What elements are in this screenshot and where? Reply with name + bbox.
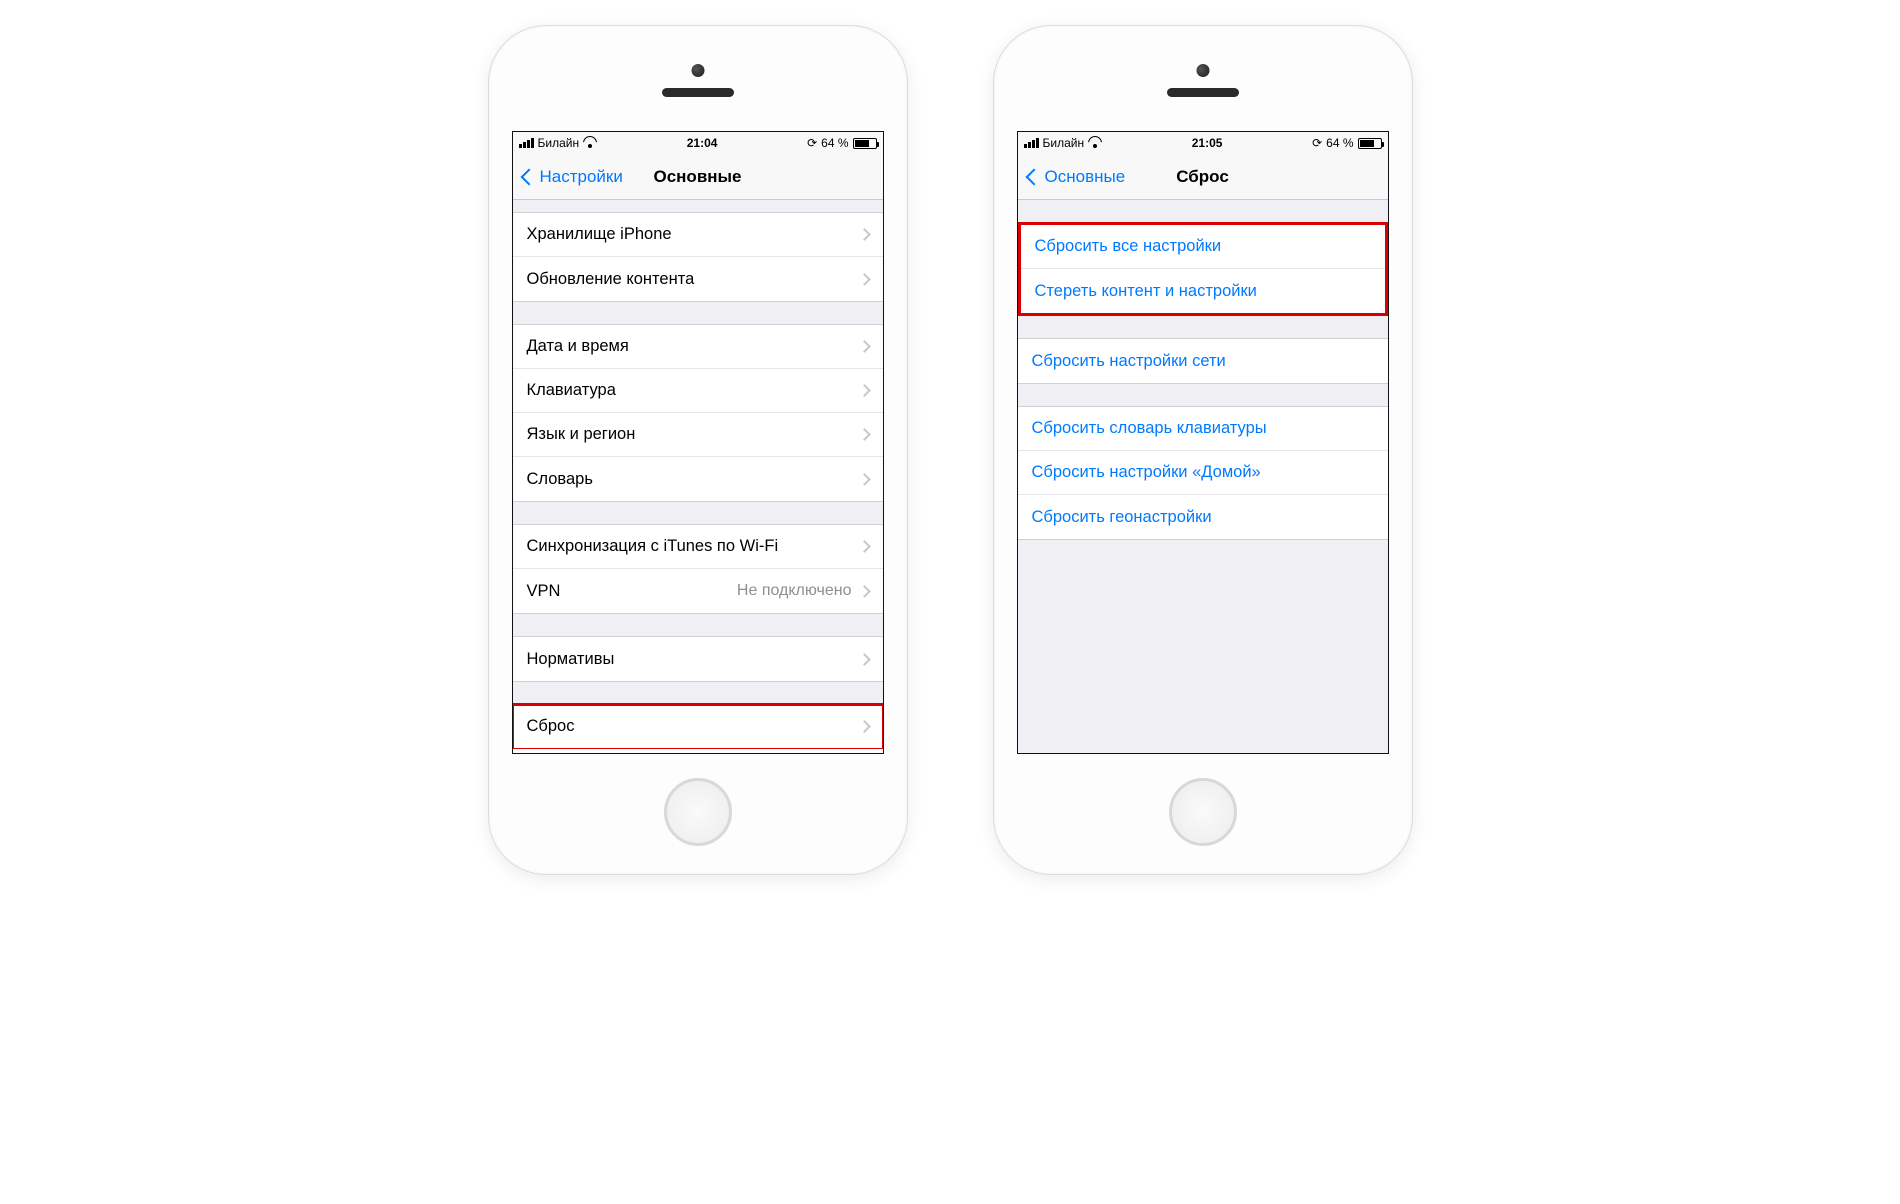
row-dictionary[interactable]: Словарь (513, 457, 883, 501)
nav-title: Основные (653, 167, 741, 187)
back-label: Настройки (540, 167, 623, 187)
row-keyboard[interactable]: Клавиатура (513, 369, 883, 413)
row-label: Стереть контент и настройки (1035, 282, 1371, 301)
row-label: Клавиатура (527, 381, 860, 400)
row-erase-all[interactable]: Стереть контент и настройки (1021, 269, 1385, 313)
row-detail: Не подключено (737, 582, 852, 600)
status-time: 21:04 (687, 136, 718, 150)
back-button[interactable]: Основные (1024, 154, 1130, 199)
row-label: Обновление контента (527, 270, 860, 289)
group-reset: Сброс Выключить (513, 704, 883, 753)
row-label: VPN (527, 582, 737, 601)
row-label: Сбросить все настройки (1035, 237, 1371, 256)
status-left: Билайн (1024, 136, 1103, 150)
row-reset[interactable]: Сброс (513, 705, 883, 749)
group-reset-other: Сбросить словарь клавиатуры Сбросить нас… (1018, 406, 1388, 540)
home-button[interactable] (664, 778, 732, 846)
camera (1196, 64, 1209, 77)
row-reset-home[interactable]: Сбросить настройки «Домой» (1018, 451, 1388, 495)
screen-general: Билайн 21:04 ⟳ 64 % Настройки Основные Х… (512, 131, 884, 754)
signal-icon (1024, 138, 1039, 148)
camera (691, 64, 704, 77)
nav-bar: Основные Сброс (1018, 154, 1388, 200)
row-regulatory[interactable]: Нормативы (513, 637, 883, 681)
group-sync: Синхронизация с iTunes по Wi-Fi VPN Не п… (513, 524, 883, 614)
row-label: Синхронизация с iTunes по Wi-Fi (527, 537, 860, 556)
row-label: Хранилище iPhone (527, 225, 860, 244)
row-label: Сбросить геонастройки (1032, 508, 1374, 527)
battery-icon (853, 138, 877, 149)
chevron-right-icon (858, 720, 871, 733)
status-time: 21:05 (1192, 136, 1223, 150)
row-itunes-wifi[interactable]: Синхронизация с iTunes по Wi-Fi (513, 525, 883, 569)
row-label: Сбросить настройки «Домой» (1032, 463, 1374, 482)
group-reset-network: Сбросить настройки сети (1018, 338, 1388, 384)
row-label: Сбросить словарь клавиатуры (1032, 419, 1374, 438)
phone-left: Билайн 21:04 ⟳ 64 % Настройки Основные Х… (488, 25, 908, 875)
home-button[interactable] (1169, 778, 1237, 846)
back-label: Основные (1045, 167, 1126, 187)
speaker (1167, 88, 1239, 97)
status-bar: Билайн 21:05 ⟳ 64 % (1018, 132, 1388, 154)
wifi-icon (583, 138, 597, 148)
battery-pct: 64 % (1326, 136, 1353, 150)
row-label: Сбросить настройки сети (1032, 352, 1374, 371)
chevron-right-icon (858, 273, 871, 286)
carrier-label: Билайн (538, 136, 580, 150)
battery-pct: 64 % (821, 136, 848, 150)
chevron-right-icon (858, 473, 871, 486)
status-right: ⟳ 64 % (1312, 136, 1381, 150)
status-right: ⟳ 64 % (807, 136, 876, 150)
row-label: Язык и регион (527, 425, 860, 444)
chevron-left-icon (520, 168, 537, 185)
chevron-right-icon (858, 228, 871, 241)
row-label: Дата и время (527, 337, 860, 356)
status-left: Билайн (519, 136, 598, 150)
group-locale: Дата и время Клавиатура Язык и регион Сл… (513, 324, 883, 502)
chevron-left-icon (1025, 168, 1042, 185)
group-regulatory: Нормативы (513, 636, 883, 682)
battery-icon (1358, 138, 1382, 149)
nav-title: Сброс (1176, 167, 1229, 187)
back-button[interactable]: Настройки (519, 154, 627, 199)
reset-content[interactable]: Сбросить все настройки Стереть контент и… (1018, 200, 1388, 753)
row-storage[interactable]: Хранилище iPhone (513, 213, 883, 257)
row-label: Словарь (527, 470, 860, 489)
wifi-icon (1088, 138, 1102, 148)
settings-content[interactable]: Хранилище iPhone Обновление контента Дат… (513, 200, 883, 753)
nav-bar: Настройки Основные (513, 154, 883, 200)
chevron-right-icon (858, 428, 871, 441)
row-label: Сброс (527, 717, 860, 736)
carrier-label: Билайн (1043, 136, 1085, 150)
speaker (662, 88, 734, 97)
status-bar: Билайн 21:04 ⟳ 64 % (513, 132, 883, 154)
rotation-lock-icon: ⟳ (807, 136, 817, 150)
row-vpn[interactable]: VPN Не подключено (513, 569, 883, 613)
chevron-right-icon (858, 585, 871, 598)
row-language-region[interactable]: Язык и регион (513, 413, 883, 457)
signal-icon (519, 138, 534, 148)
row-label: Нормативы (527, 650, 860, 669)
chevron-right-icon (858, 540, 871, 553)
phone-right: Билайн 21:05 ⟳ 64 % Основные Сброс Сброс… (993, 25, 1413, 875)
row-background-refresh[interactable]: Обновление контента (513, 257, 883, 301)
screen-reset: Билайн 21:05 ⟳ 64 % Основные Сброс Сброс… (1017, 131, 1389, 754)
row-reset-location[interactable]: Сбросить геонастройки (1018, 495, 1388, 539)
chevron-right-icon (858, 384, 871, 397)
rotation-lock-icon: ⟳ (1312, 136, 1322, 150)
row-reset-keyboard-dict[interactable]: Сбросить словарь клавиатуры (1018, 407, 1388, 451)
group-reset-all: Сбросить все настройки Стереть контент и… (1018, 222, 1388, 316)
row-date-time[interactable]: Дата и время (513, 325, 883, 369)
row-reset-network[interactable]: Сбросить настройки сети (1018, 339, 1388, 383)
chevron-right-icon (858, 653, 871, 666)
row-reset-all-settings[interactable]: Сбросить все настройки (1021, 225, 1385, 269)
group-storage: Хранилище iPhone Обновление контента (513, 212, 883, 302)
chevron-right-icon (858, 340, 871, 353)
row-shutdown[interactable]: Выключить (513, 749, 883, 753)
